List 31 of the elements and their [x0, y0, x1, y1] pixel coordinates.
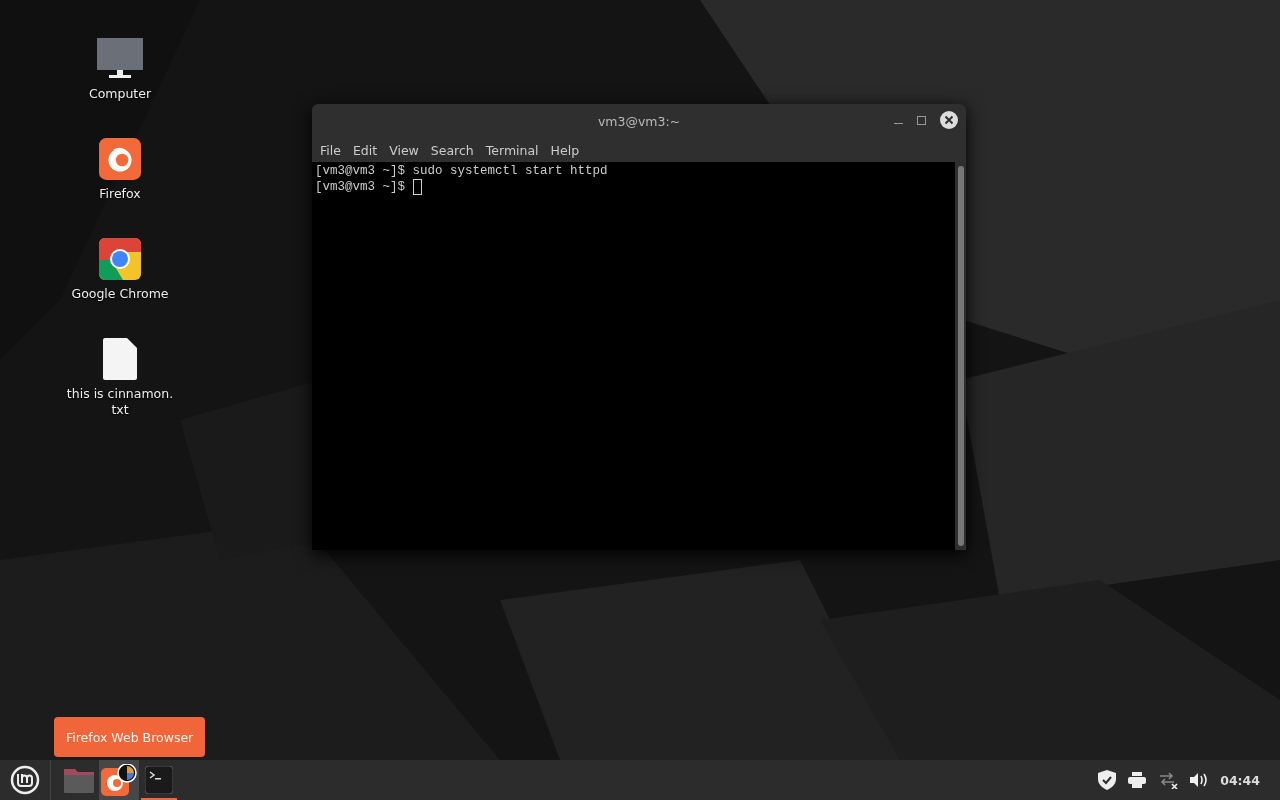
firefox-icon: [99, 138, 141, 180]
clock[interactable]: 04:44: [1220, 772, 1260, 788]
text-file-icon: [103, 338, 137, 380]
chrome-icon: [99, 238, 141, 280]
firefox-icon: [101, 764, 137, 796]
menu-item[interactable]: View: [383, 142, 425, 158]
maximize-icon[interactable]: [917, 115, 926, 125]
mint-logo-icon[interactable]: [10, 765, 40, 795]
folder-icon: [64, 767, 94, 793]
menu-item[interactable]: File: [314, 142, 347, 158]
desktop-icon-label[interactable]: Firefox: [99, 186, 141, 202]
terminal-icon: [145, 766, 173, 794]
volume-icon[interactable]: [1190, 772, 1209, 788]
taskbar-launcher[interactable]: [99, 760, 139, 800]
menu-item[interactable]: Terminal: [479, 142, 545, 158]
menu-item[interactable]: Edit: [346, 142, 384, 158]
terminal-line: [vm3@vm3 ~]$: [315, 179, 406, 195]
scrollbar-thumb[interactable]: [957, 166, 964, 546]
shield-check-icon[interactable]: [1098, 770, 1117, 790]
monitor-icon: [97, 38, 143, 80]
desktop-icon-label[interactable]: this is cinnamon. txt: [66, 386, 174, 418]
window-title: vm3@vm3:~: [597, 113, 681, 129]
menu-item[interactable]: Help: [544, 142, 586, 158]
desktop-icon-label[interactable]: Computer: [88, 86, 152, 102]
terminal-line: [vm3@vm3 ~]$ sudo systemctl start httpd: [315, 163, 608, 179]
printer-icon[interactable]: [1128, 772, 1147, 788]
desktop-icon-label[interactable]: Google Chrome: [71, 286, 169, 302]
network-disconnected-icon[interactable]: [1158, 771, 1179, 789]
tooltip: Firefox Web Browser: [54, 717, 206, 757]
close-icon[interactable]: [940, 111, 958, 129]
menu-item[interactable]: Search: [424, 142, 480, 158]
